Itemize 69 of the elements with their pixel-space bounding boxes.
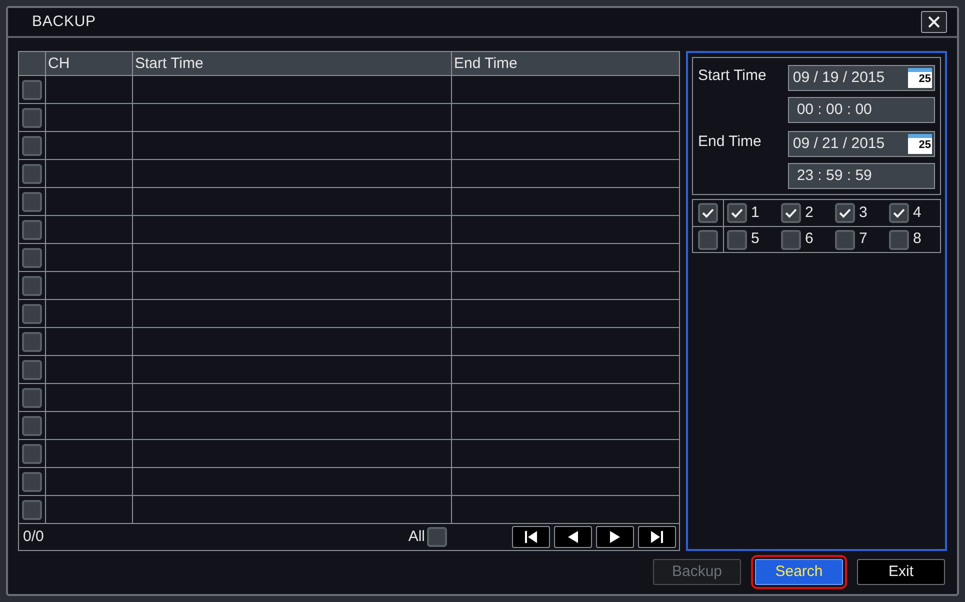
calendar-icon[interactable]: 25: [908, 134, 932, 154]
date-value: 09 / 19 / 2015: [792, 68, 885, 88]
channel-checkbox[interactable]: [727, 230, 747, 250]
field-label: Start Time: [698, 66, 768, 86]
column-header: CH: [46, 52, 133, 75]
row-checkbox[interactable]: [22, 444, 42, 464]
triangle-right-icon: [609, 530, 621, 544]
select-all-checkbox[interactable]: [427, 527, 447, 547]
row-checkbox[interactable]: [22, 360, 42, 380]
row-checkbox[interactable]: [22, 276, 42, 296]
column-header: End Time: [453, 54, 518, 74]
channel-checkbox[interactable]: [835, 230, 855, 250]
first-page-button[interactable]: [512, 526, 550, 548]
channel-label: 6: [805, 229, 814, 250]
row-checkbox[interactable]: [22, 108, 42, 128]
row-checkbox[interactable]: [22, 304, 42, 324]
channel-label: 2: [805, 202, 814, 223]
select-all-label: All: [408, 526, 425, 547]
triangle-left-icon: [567, 530, 579, 544]
checkmark-icon: [893, 208, 905, 218]
field-label: End Time: [698, 132, 762, 152]
row-checkbox[interactable]: [22, 332, 42, 352]
checkmark-icon: [702, 208, 714, 218]
last-page-button[interactable]: [638, 526, 676, 548]
row-checkbox[interactable]: [22, 164, 42, 184]
time-field[interactable]: 23 : 59 : 59: [788, 163, 935, 189]
channel-label: 8: [913, 229, 922, 250]
row-checkbox[interactable]: [22, 416, 42, 436]
row-checkbox[interactable]: [22, 192, 42, 212]
skip-back-icon: [524, 530, 538, 544]
channel-checkbox[interactable]: [889, 230, 909, 250]
column-header: Start Time: [133, 52, 452, 75]
channel-checkbox[interactable]: [781, 203, 801, 223]
channel-label: 3: [859, 202, 868, 223]
channel-label: 5: [751, 229, 760, 250]
channel-checkbox[interactable]: [727, 203, 747, 223]
page-count: 0/0: [23, 526, 44, 547]
calendar-day: 25: [908, 138, 932, 153]
row-checkbox[interactable]: [22, 136, 42, 156]
calendar-day: 25: [908, 72, 932, 87]
channel-checkbox[interactable]: [781, 230, 801, 250]
checkmark-icon: [785, 208, 797, 218]
channel-checkbox[interactable]: [835, 203, 855, 223]
dialog-button[interactable]: Exit: [857, 559, 945, 585]
close-button[interactable]: [921, 11, 947, 33]
calendar-icon[interactable]: 25: [908, 68, 932, 88]
row-checkbox[interactable]: [22, 248, 42, 268]
row-select-checkbox[interactable]: [698, 203, 718, 223]
row-checkbox[interactable]: [22, 80, 42, 100]
channel-label: 7: [859, 229, 868, 250]
channel-label: 4: [913, 202, 922, 223]
date-field[interactable]: 09 / 19 / 2015 25: [788, 65, 935, 91]
checkmark-icon: [839, 208, 851, 218]
time-field[interactable]: 00 : 00 : 00: [788, 97, 935, 123]
row-checkbox[interactable]: [22, 500, 42, 520]
row-checkbox[interactable]: [22, 388, 42, 408]
date-value: 09 / 21 / 2015: [792, 134, 885, 154]
row-select-checkbox[interactable]: [698, 230, 718, 250]
close-icon: [928, 16, 940, 28]
row-checkbox[interactable]: [22, 472, 42, 492]
channel-label: 1: [751, 202, 760, 223]
checkmark-icon: [731, 208, 743, 218]
skip-forward-icon: [650, 530, 664, 544]
previous-page-button[interactable]: [554, 526, 592, 548]
date-field[interactable]: 09 / 21 / 2015 25: [788, 131, 935, 157]
next-page-button[interactable]: [596, 526, 634, 548]
window-title: BACKUP: [32, 12, 96, 32]
row-checkbox[interactable]: [22, 220, 42, 240]
channel-checkbox[interactable]: [889, 203, 909, 223]
